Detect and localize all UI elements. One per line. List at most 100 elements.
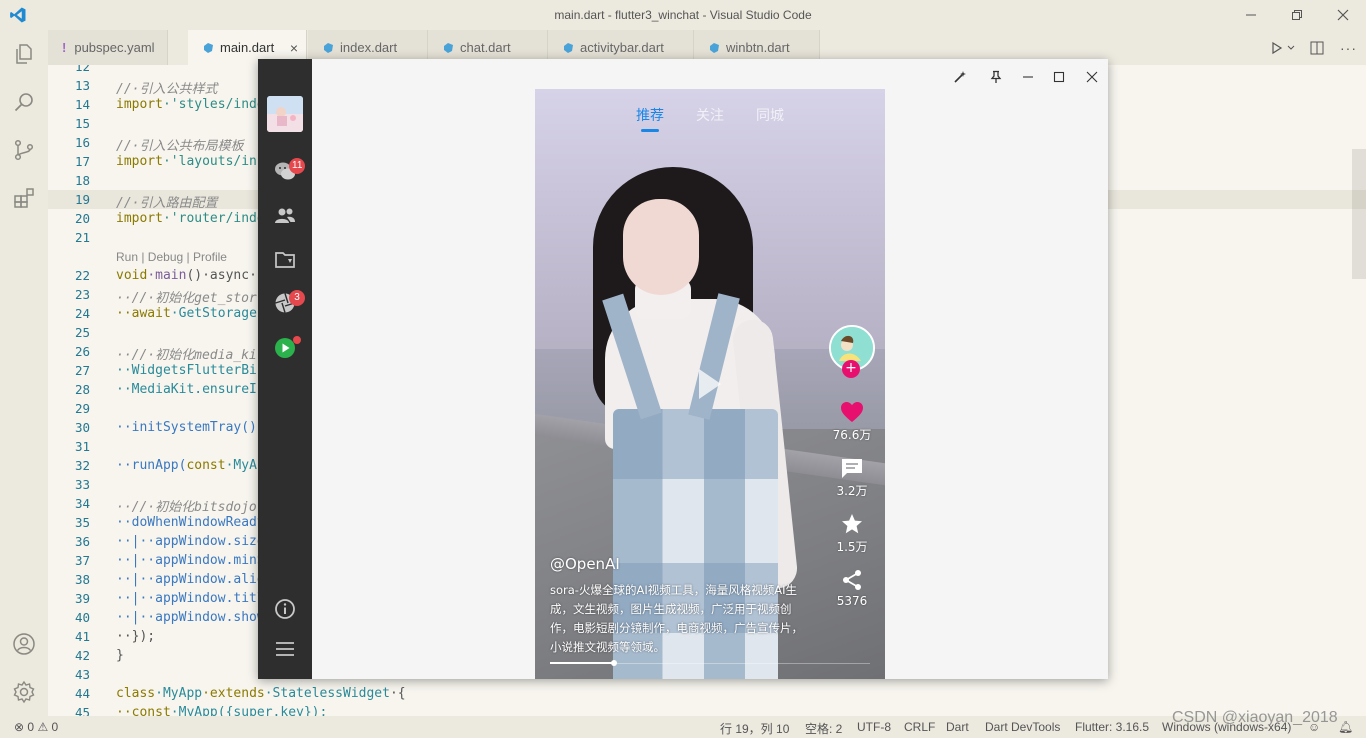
status-bar: ⊗ 0 ⚠ 0 行 19，列 10 空格: 2 UTF-8 CRLF Dart … (0, 716, 1366, 738)
close-icon (1086, 71, 1098, 83)
video-description: sora-火爆全球的AI视频工具，海量风格视频AI生成，文生视频，图片生成视频，… (550, 583, 803, 654)
video-new-dot (293, 336, 301, 344)
code-line: import·'layouts/inc (116, 154, 265, 169)
run-icon (1272, 41, 1295, 55)
explorer-icon[interactable] (12, 42, 36, 66)
notifications-bell-icon[interactable]: 🔔︎ (1338, 720, 1353, 734)
dart-icon (710, 42, 719, 53)
dart-devtools[interactable]: Dart DevTools (985, 720, 1060, 734)
line-number: 15 (74, 116, 90, 131)
line-number: 33 (74, 477, 90, 492)
settings-gear-icon[interactable] (12, 680, 36, 704)
tab-label: main.dart (220, 40, 275, 55)
comment-button[interactable]: 3.2万 (827, 457, 877, 499)
code-line: ··//·初始化media_ki (116, 348, 257, 363)
info-icon[interactable] (273, 597, 297, 621)
line-number: 25 (74, 325, 90, 340)
user-avatar[interactable] (267, 96, 303, 132)
dart-icon (444, 42, 453, 53)
code-line: ··|··appWindow.showe (116, 610, 273, 625)
run-button[interactable] (1268, 38, 1296, 58)
line-number: 24 (74, 306, 90, 321)
code-line: //·引入公共样式 (116, 82, 218, 97)
video-progress-bar[interactable] (550, 660, 870, 666)
search-icon[interactable] (12, 90, 36, 114)
error-icon: ⊗ (14, 720, 25, 734)
code-line: ··const·MyApp({super.key}); (116, 705, 328, 716)
tab-nearby[interactable]: 同城 (756, 105, 784, 125)
code-line: class·MyApp·extends·StatelessWidget·{ (116, 686, 406, 701)
video-author-name[interactable]: @OpenAI (550, 555, 620, 573)
moments-badge: 3 (289, 290, 305, 306)
extensions-icon[interactable] (12, 186, 36, 210)
line-number: 42 (74, 648, 90, 663)
indentation[interactable]: 空格: 2 (805, 720, 842, 737)
avatar-image (267, 96, 303, 132)
line-number: 40 (74, 610, 90, 625)
activity-bar (0, 30, 48, 716)
star-icon (842, 514, 862, 534)
theme-wand-button[interactable] (946, 65, 974, 89)
line-number: 44 (74, 686, 90, 701)
language-mode[interactable]: Dart (946, 720, 969, 734)
restore-icon (1292, 10, 1302, 20)
end-of-line[interactable]: CRLF (904, 720, 935, 734)
like-button[interactable]: 76.6万 (827, 401, 877, 443)
contacts-icon[interactable] (273, 204, 297, 228)
line-number: 39 (74, 591, 90, 606)
split-editor-button[interactable] (1310, 38, 1324, 58)
code-line: ··initSystemTray(); (116, 420, 265, 435)
code-line: ··|··appWindow.title (116, 591, 273, 606)
codelens-run-debug-profile[interactable]: Run | Debug | Profile (116, 250, 227, 264)
more-actions-button[interactable]: ··· (1340, 38, 1357, 58)
app-minimize-button[interactable] (1014, 65, 1042, 89)
favorite-count: 1.5万 (836, 540, 868, 554)
line-number: 41 (74, 629, 90, 644)
code-line: //·引入路由配置 (116, 196, 218, 211)
exclamation-icon: ! (62, 40, 67, 55)
line-number: 38 (74, 572, 90, 587)
code-line: ··//·初始化bitsdojo (116, 500, 257, 515)
code-line: ··MediaKit.ensureIn (116, 382, 265, 397)
line-number: 28 (74, 382, 90, 397)
minimize-icon (1023, 76, 1033, 78)
tab-recommended[interactable]: 推荐 (636, 105, 664, 125)
flutter-version[interactable]: Flutter: 3.16.5 (1075, 720, 1149, 734)
minimize-button[interactable] (1228, 0, 1274, 30)
restore-button[interactable] (1274, 0, 1320, 30)
tab-following[interactable]: 关注 (696, 105, 724, 125)
code-line: ··|··appWindow.minSi (116, 553, 273, 568)
favorite-button[interactable]: 1.5万 (827, 513, 877, 555)
share-button[interactable]: 5376 (827, 569, 877, 608)
close-icon (1337, 9, 1349, 21)
accounts-icon[interactable] (12, 632, 36, 656)
app-maximize-button[interactable] (1045, 65, 1073, 89)
menu-icon[interactable] (273, 637, 297, 661)
tab-pubspec-yaml[interactable]: ! pubspec.yaml (48, 30, 168, 65)
favorites-folder-icon[interactable] (273, 248, 297, 272)
video-progress-knob[interactable] (611, 660, 617, 666)
editor-scrollbar[interactable] (1352, 149, 1366, 279)
close-icon[interactable]: × (290, 40, 298, 56)
short-video-player[interactable]: 推荐 关注 同城 + 76.6万 3.2万 1.5万 5376 @OpenAI … (535, 89, 885, 679)
cursor-position[interactable]: 行 19，列 10 (720, 720, 789, 737)
source-control-icon[interactable] (12, 138, 36, 162)
code-line: ··runApp(const·MyAp (116, 458, 265, 473)
app-close-button[interactable] (1078, 65, 1106, 89)
line-number: 45 (74, 705, 90, 716)
follow-plus-button[interactable]: + (842, 360, 860, 378)
code-line: ··//·初始化get_stor (116, 291, 257, 306)
code-line: } (116, 648, 124, 663)
line-number: 22 (74, 268, 90, 283)
video-subject-face (623, 199, 699, 295)
tab-label: index.dart (340, 40, 398, 55)
line-number: 14 (74, 97, 90, 112)
maximize-icon (1053, 71, 1065, 83)
play-icon[interactable] (699, 369, 721, 399)
close-window-button[interactable] (1320, 0, 1366, 30)
encoding[interactable]: UTF-8 (857, 720, 891, 734)
tab-label: winbtn.dart (726, 40, 790, 55)
problems-indicator[interactable]: ⊗ 0 ⚠ 0 (14, 720, 58, 734)
pin-on-top-button[interactable] (982, 65, 1010, 89)
pin-icon (990, 70, 1002, 83)
